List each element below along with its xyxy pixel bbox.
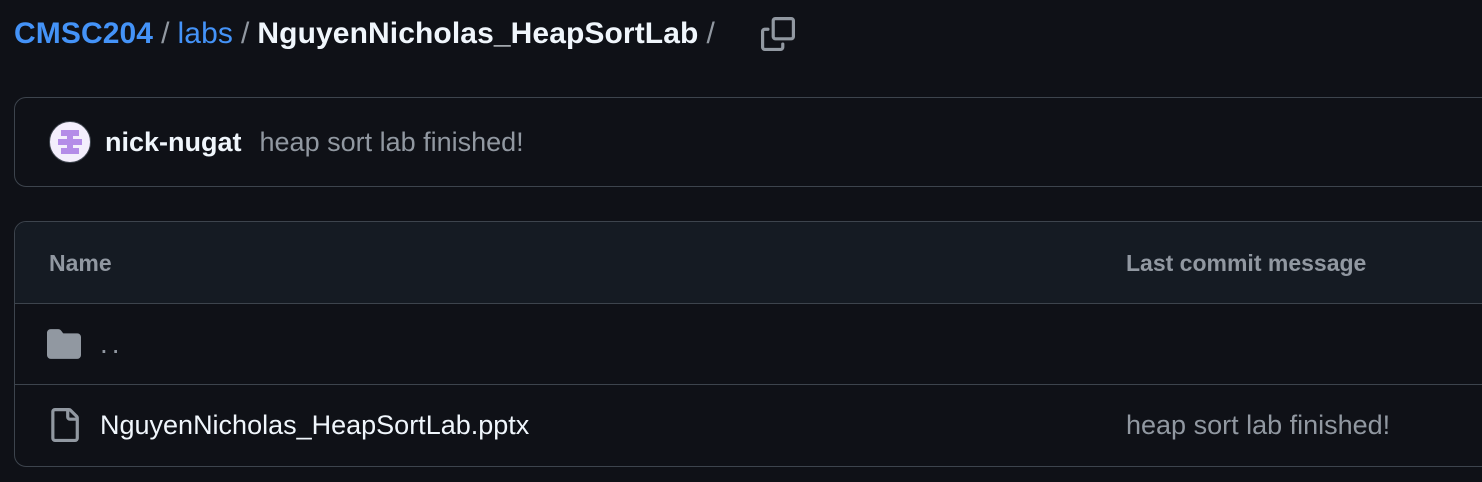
row-commit-message-link[interactable]: heap sort lab finished!	[1126, 385, 1390, 465]
breadcrumb-repo-link[interactable]: CMSC204	[14, 17, 153, 51]
column-header-last-commit-message: Last commit message	[1126, 250, 1367, 276]
table-header: Name Last commit message	[15, 222, 1482, 304]
copy-path-button[interactable]	[759, 15, 797, 53]
parent-directory-link[interactable]: ..	[100, 304, 124, 384]
file-name-link[interactable]: NguyenNicholas_HeapSortLab.pptx	[100, 385, 529, 465]
breadcrumb-current: NguyenNicholas_HeapSortLab	[257, 17, 699, 50]
identicon-avatar-icon	[58, 130, 82, 154]
commit-message-link[interactable]: heap sort lab finished!	[260, 127, 524, 158]
table-row[interactable]: NguyenNicholas_HeapSortLab.pptx heap sor…	[15, 384, 1482, 464]
breadcrumb-separator: /	[706, 17, 715, 50]
latest-commit-box: nick-nugat heap sort lab finished!	[14, 97, 1482, 187]
breadcrumb: CMSC204 / labs / NguyenNicholas_HeapSort…	[14, 12, 797, 56]
column-header-name: Name	[49, 250, 112, 276]
commit-author-link[interactable]: nick-nugat	[105, 127, 242, 158]
breadcrumb-separator: /	[240, 17, 250, 50]
copy-icon	[760, 17, 795, 51]
file-table: Name Last commit message .. NguyenNichol…	[14, 221, 1482, 467]
table-row-parent-directory[interactable]: ..	[15, 304, 1482, 384]
folder-icon	[47, 304, 81, 384]
avatar[interactable]	[49, 121, 91, 163]
breadcrumb-separator: /	[161, 17, 170, 50]
file-icon	[47, 385, 81, 465]
breadcrumb-folder-link[interactable]: labs	[178, 17, 233, 51]
